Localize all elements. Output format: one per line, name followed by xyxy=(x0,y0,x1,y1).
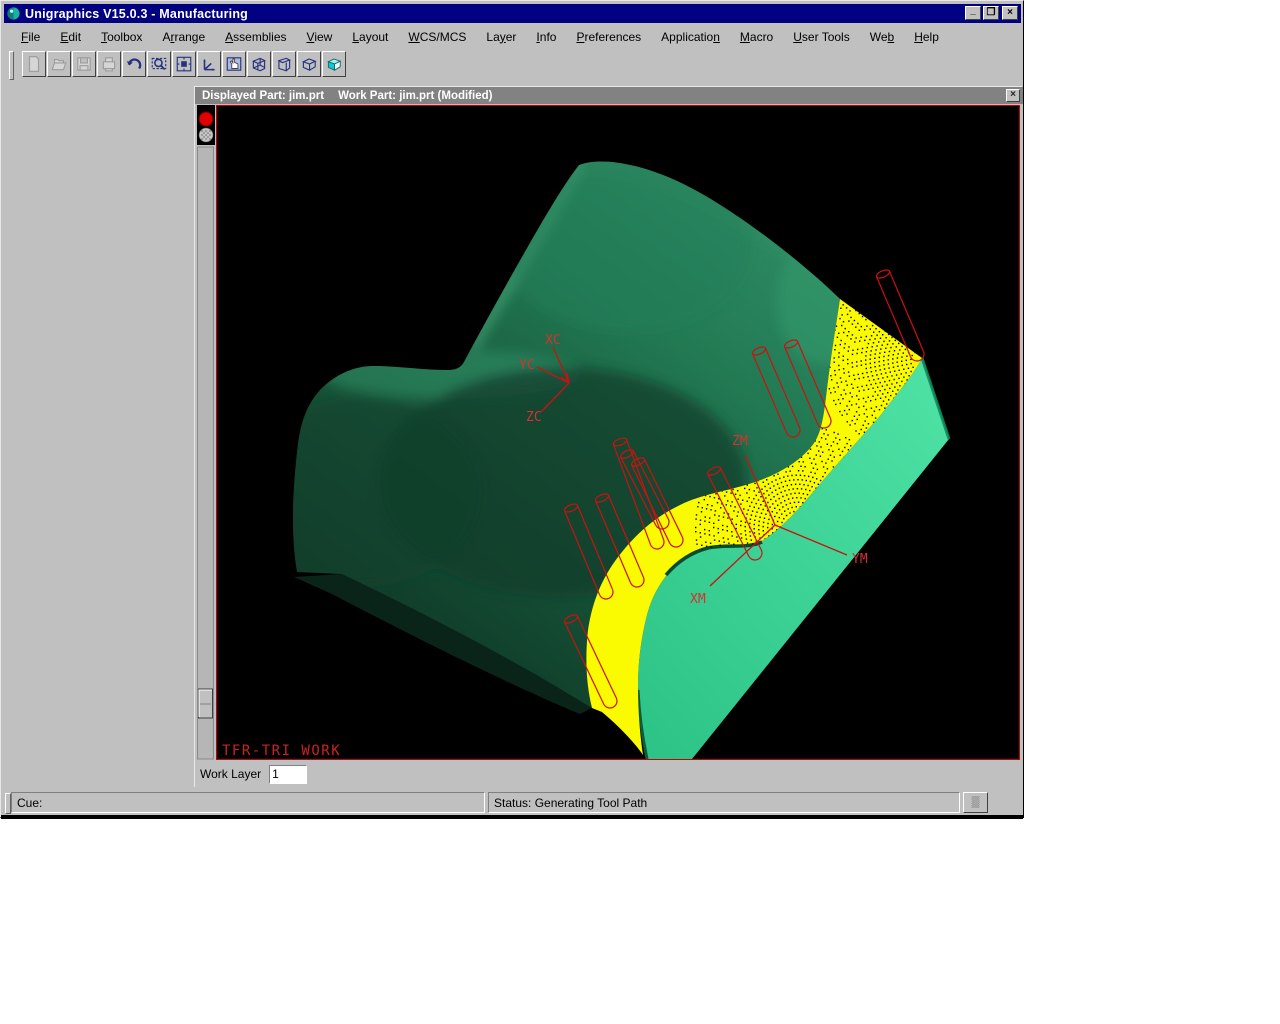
shaded-view-icon xyxy=(325,55,343,73)
status-text: Status: Generating Tool Path xyxy=(494,796,647,810)
close-button[interactable]: × xyxy=(1002,6,1018,20)
dither-icon: ▒ xyxy=(972,796,980,808)
zoom-window-icon xyxy=(150,55,168,73)
graphics-close-icon[interactable]: × xyxy=(1006,89,1020,102)
interrupt-scroll-strip[interactable] xyxy=(197,105,215,760)
menu-item-layer[interactable]: Layer xyxy=(476,28,526,46)
work-part-label: Work Part: jim.prt (Modified) xyxy=(338,90,492,102)
work-layer-row: Work Layer xyxy=(195,760,1023,788)
toolbar-grip[interactable] xyxy=(9,51,14,80)
viewport-canvas[interactable]: XC YC ZC ZM YM XM TFR-TRI WORK xyxy=(216,105,1020,760)
menu-item-user-tools[interactable]: User Tools xyxy=(783,28,859,46)
shaded-view-button[interactable] xyxy=(322,51,346,77)
window-title: Unigraphics V15.0.3 - Manufacturing xyxy=(25,7,248,21)
new-part-button xyxy=(22,51,46,77)
menu-item-web[interactable]: Web xyxy=(860,28,904,46)
isometric-view-icon xyxy=(300,55,318,73)
menu-item-edit[interactable]: Edit xyxy=(50,28,91,46)
zoom-window-button[interactable] xyxy=(147,51,171,77)
undo-button[interactable] xyxy=(122,51,146,77)
fit-view-button[interactable] xyxy=(172,51,196,77)
hidden-edge-view-icon xyxy=(275,55,293,73)
menu-item-assemblies[interactable]: Assemblies xyxy=(215,28,296,46)
maximize-button[interactable]: ❐ xyxy=(983,6,999,20)
isometric-view-button[interactable] xyxy=(297,51,321,77)
rotate-view-button[interactable] xyxy=(222,51,246,77)
menu-item-application[interactable]: Application xyxy=(651,28,730,46)
view-annotation: TFR-TRI WORK xyxy=(222,743,341,759)
displayed-part-label: Displayed Part: jim.prt xyxy=(202,90,324,102)
menu-item-macro[interactable]: Macro xyxy=(730,28,783,46)
menu-bar: FileEditToolboxArrangeAssembliesViewLayo… xyxy=(4,26,1021,47)
graphics-window: Displayed Part: jim.prt Work Part: jim.p… xyxy=(194,86,1022,787)
work-layer-label: Work Layer xyxy=(200,767,261,781)
mcs-z-label: ZM xyxy=(732,434,748,449)
minimize-button[interactable]: _ xyxy=(965,6,981,20)
toolbar xyxy=(4,48,1021,81)
title-bar[interactable]: Unigraphics V15.0.3 - Manufacturing _ ❐ … xyxy=(4,4,1021,23)
menu-item-layout[interactable]: Layout xyxy=(342,28,398,46)
wcs-y-label: YC xyxy=(519,358,535,373)
wireframe-view-button[interactable] xyxy=(247,51,271,77)
viewport-scrollbar-track[interactable] xyxy=(198,147,214,759)
status-panel: Status: Generating Tool Path xyxy=(488,792,960,813)
open-part-icon xyxy=(50,55,68,73)
status-bar: Cue: Status: Generating Tool Path ▒ xyxy=(4,790,1022,815)
open-part-button xyxy=(47,51,71,77)
status-scroll-button[interactable]: ▒ xyxy=(963,792,988,813)
undo-icon xyxy=(125,55,143,73)
csys-triad-button[interactable] xyxy=(197,51,221,77)
save-part-icon xyxy=(75,55,93,73)
menu-item-file[interactable]: File xyxy=(11,28,50,46)
menu-item-info[interactable]: Info xyxy=(526,28,566,46)
mcs-y-label: YM xyxy=(852,552,868,567)
menu-item-preferences[interactable]: Preferences xyxy=(566,28,651,46)
save-part-button xyxy=(72,51,96,77)
new-part-icon xyxy=(25,55,43,73)
cue-label: Cue: xyxy=(17,796,42,810)
interrupt-stop-icon[interactable] xyxy=(199,112,213,126)
window-bottom-edge xyxy=(1,815,1023,819)
menu-item-arrange[interactable]: Arrange xyxy=(152,28,215,46)
desktop: Unigraphics V15.0.3 - Manufacturing _ ❐ … xyxy=(0,0,1280,1024)
work-layer-input[interactable] xyxy=(269,765,307,784)
rotate-view-icon xyxy=(225,55,243,73)
wcs-x-label: XC xyxy=(545,333,561,348)
hidden-edge-view-button[interactable] xyxy=(272,51,296,77)
csys-triad-icon xyxy=(200,55,218,73)
fit-view-icon xyxy=(175,55,193,73)
mcs-x-label: XM xyxy=(690,592,706,607)
viewport-scrollbar-thumb[interactable] xyxy=(199,689,213,718)
menu-item-toolbox[interactable]: Toolbox xyxy=(91,28,152,46)
wireframe-view-icon xyxy=(250,55,268,73)
app-icon xyxy=(6,6,21,21)
graphics-window-header[interactable]: Displayed Part: jim.prt Work Part: jim.p… xyxy=(195,87,1023,104)
menu-item-wcs-mcs[interactable]: WCS/MCS xyxy=(398,28,476,46)
cue-panel: Cue: xyxy=(11,792,485,813)
menu-item-help[interactable]: Help xyxy=(904,28,949,46)
dither-circle-icon[interactable] xyxy=(199,128,213,142)
app-window: Unigraphics V15.0.3 - Manufacturing _ ❐ … xyxy=(0,0,1024,818)
wcs-z-label: ZC xyxy=(526,410,542,425)
menu-item-view[interactable]: View xyxy=(297,28,343,46)
print-icon xyxy=(100,55,118,73)
print-button xyxy=(97,51,121,77)
